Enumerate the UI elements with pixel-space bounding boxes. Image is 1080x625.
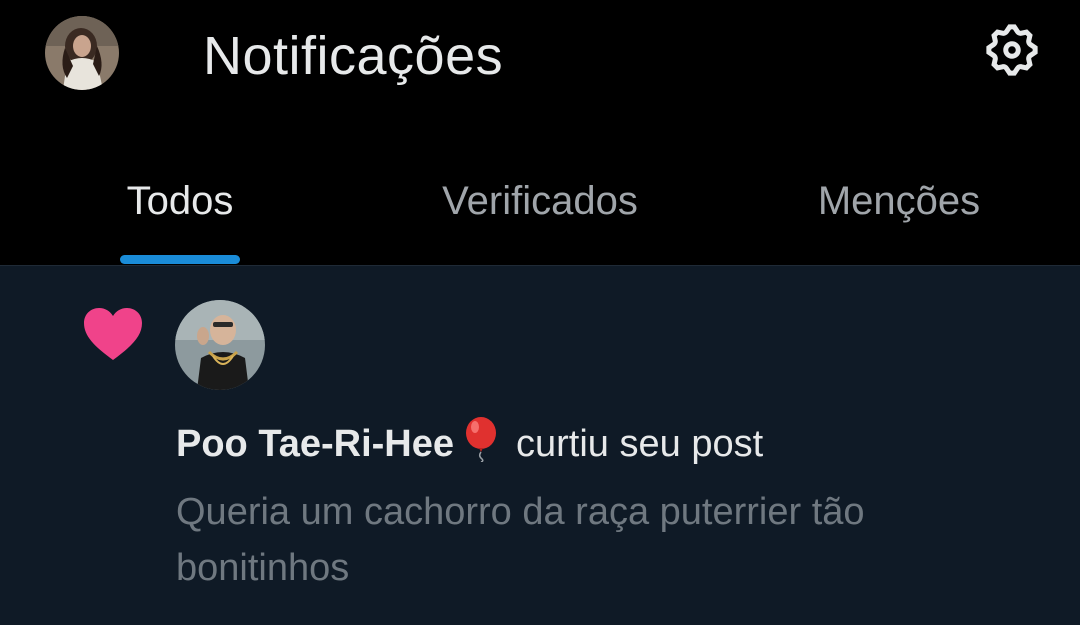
notifications-screen: Notificações Todos Verificados Menções P… bbox=[0, 0, 1080, 625]
avatar-image bbox=[175, 300, 265, 390]
notification-action: curtiu seu post bbox=[516, 423, 764, 465]
actor-name[interactable]: Poo Tae-Ri-Hee bbox=[176, 423, 454, 465]
tab-mencoes[interactable]: Menções bbox=[720, 160, 1080, 265]
settings-button[interactable] bbox=[980, 18, 1044, 82]
notification-tabs: Todos Verificados Menções bbox=[0, 160, 1080, 265]
page-title: Notificações bbox=[203, 26, 504, 86]
top-app-bar: Notificações bbox=[0, 0, 1080, 110]
tab-todos[interactable]: Todos bbox=[0, 160, 360, 265]
tab-label: Verificados bbox=[442, 179, 638, 223]
post-preview: Queria um cachorro da raça puterrier tão… bbox=[176, 491, 865, 589]
avatar-image bbox=[45, 16, 119, 90]
actor-avatar[interactable] bbox=[175, 300, 265, 390]
tab-label: Todos bbox=[126, 179, 234, 223]
tab-label: Menções bbox=[817, 179, 981, 223]
balloon-icon bbox=[464, 416, 498, 472]
active-tab-indicator bbox=[120, 255, 240, 264]
notification-text: Poo Tae-Ri-Hee curtiu seu post bbox=[176, 416, 763, 472]
heart-icon bbox=[84, 308, 142, 360]
profile-avatar[interactable] bbox=[45, 16, 119, 90]
gear-icon bbox=[986, 24, 1038, 76]
tab-verificados[interactable]: Verificados bbox=[360, 160, 720, 265]
